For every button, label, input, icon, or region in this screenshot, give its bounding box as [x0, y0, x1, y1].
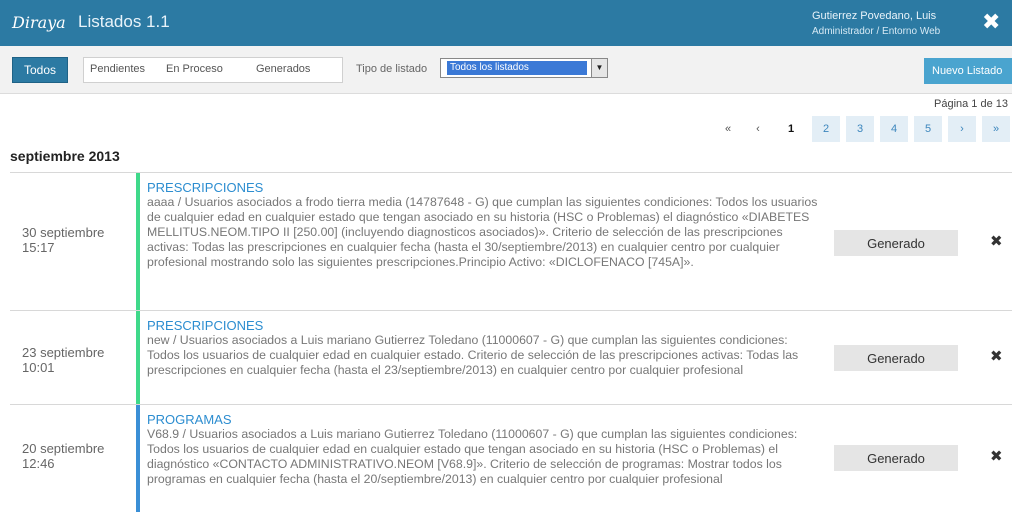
first-page-button[interactable]: « [714, 116, 742, 142]
record-date: 20 septiembre 12:46 [22, 441, 137, 471]
page-2-button[interactable]: 2 [812, 116, 840, 142]
record-description: aaaa / Usuarios asociados a frodo tierra… [147, 195, 818, 269]
category-color-bar [136, 173, 140, 311]
page-info: Página 1 de 13 [934, 98, 1009, 110]
record-category[interactable]: PRESCRIPCIONES [147, 180, 823, 195]
filter-pendientes-button[interactable]: Pendientes [90, 63, 145, 75]
chevron-down-icon[interactable]: ▼ [591, 59, 607, 77]
last-page-button[interactable]: » [982, 116, 1010, 142]
list-item: 20 septiembre 12:46 PROGRAMAS V68.9 / Us… [10, 404, 1012, 512]
tipo-listado-label: Tipo de listado [356, 63, 428, 75]
filter-todos-button[interactable]: Todos [12, 57, 68, 83]
status-generado-button[interactable]: Generado [834, 345, 958, 371]
nuevo-listado-button[interactable]: Nuevo Listado [924, 58, 1012, 84]
record-category[interactable]: PRESCRIPCIONES [147, 318, 823, 333]
user-name[interactable]: Gutierrez Povedano, Luis [812, 10, 936, 22]
filter-generados-button[interactable]: Generados [256, 63, 310, 75]
page-5-button[interactable]: 5 [914, 116, 942, 142]
status-filter-group: Pendientes En Proceso Generados [83, 57, 343, 83]
list-item: 30 septiembre 15:17 PRESCRIPCIONES aaaa … [10, 172, 1012, 311]
tipo-listado-select[interactable]: Todos los listados ▼ [440, 58, 608, 78]
record-description: new / Usuarios asociados a Luis mariano … [147, 333, 799, 377]
delete-icon[interactable]: ✖ [990, 349, 1003, 365]
page-1-button[interactable]: 1 [777, 116, 805, 142]
record-body: PRESCRIPCIONES aaaa / Usuarios asociados… [147, 180, 823, 270]
record-date: 30 septiembre 15:17 [22, 225, 137, 255]
app-title: Listados 1.1 [78, 12, 170, 31]
user-role: Administrador / Entorno Web [812, 26, 941, 37]
list-item: 23 septiembre 10:01 PRESCRIPCIONES new /… [10, 310, 1012, 405]
close-icon[interactable]: ✖ [982, 11, 1000, 33]
filter-en-proceso-button[interactable]: En Proceso [166, 63, 223, 75]
record-day: 30 septiembre [22, 225, 105, 240]
record-time: 15:17 [22, 240, 55, 255]
category-color-bar [136, 405, 140, 512]
app-header: Diraya Listados 1.1 Gutierrez Povedano, … [0, 0, 1012, 46]
record-body: PROGRAMAS V68.9 / Usuarios asociados a L… [147, 412, 823, 487]
delete-icon[interactable]: ✖ [990, 234, 1003, 250]
page-3-button[interactable]: 3 [846, 116, 874, 142]
record-body: PRESCRIPCIONES new / Usuarios asociados … [147, 318, 823, 378]
delete-icon[interactable]: ✖ [990, 449, 1003, 465]
record-time: 12:46 [22, 456, 55, 471]
next-page-button[interactable]: › [948, 116, 976, 142]
category-color-bar [136, 311, 140, 405]
tipo-listado-value: Todos los listados [447, 61, 587, 75]
page-4-button[interactable]: 4 [880, 116, 908, 142]
record-day: 20 septiembre [22, 441, 105, 456]
month-heading: septiembre 2013 [10, 148, 120, 164]
diraya-logo: Diraya [12, 13, 66, 32]
record-time: 10:01 [22, 360, 55, 375]
record-description: V68.9 / Usuarios asociados a Luis marian… [147, 427, 798, 486]
record-date: 23 septiembre 10:01 [22, 345, 137, 375]
status-generado-button[interactable]: Generado [834, 230, 958, 256]
record-category[interactable]: PROGRAMAS [147, 412, 823, 427]
prev-page-button[interactable]: ‹ [744, 116, 772, 142]
filter-toolbar: Todos Pendientes En Proceso Generados Ti… [0, 46, 1012, 94]
status-generado-button[interactable]: Generado [834, 445, 958, 471]
record-day: 23 septiembre [22, 345, 105, 360]
